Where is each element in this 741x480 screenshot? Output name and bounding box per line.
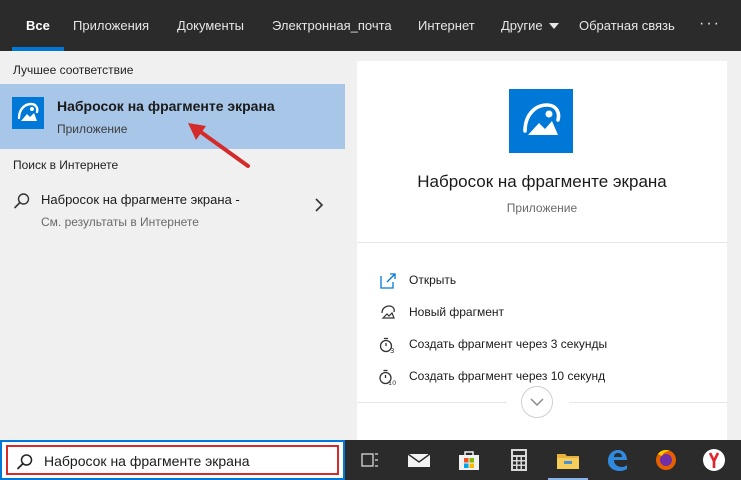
mail-icon[interactable] — [405, 446, 433, 474]
chevron-down-icon — [530, 398, 544, 407]
search-filter-bar: Все Приложения Документы Электронная_поч… — [0, 0, 741, 51]
tab-web[interactable]: Интернет — [418, 0, 475, 51]
open-icon — [380, 273, 396, 289]
calculator-icon[interactable] — [505, 446, 533, 474]
tab-apps[interactable]: Приложения — [73, 0, 149, 51]
taskbar-search-box[interactable]: Набросок на фрагменте экрана — [0, 440, 345, 480]
timer-3-icon: 3 — [379, 337, 394, 354]
search-input[interactable]: Набросок на фрагменте экрана — [44, 453, 249, 469]
snip-sketch-icon — [12, 97, 44, 129]
action-open-label: Открыть — [409, 273, 457, 287]
tab-all[interactable]: Все — [12, 0, 64, 51]
task-view-icon[interactable] — [356, 446, 384, 474]
annotation-arrow — [188, 123, 250, 168]
divider — [569, 402, 727, 403]
app-type: Приложение — [506, 201, 578, 215]
yandex-icon[interactable] — [700, 446, 728, 474]
tab-other[interactable]: Другие — [501, 0, 559, 51]
search-highlight-frame: Набросок на фрагменте экрана — [6, 445, 339, 475]
store-icon[interactable] — [455, 446, 483, 474]
web-search-heading: Поиск в Интернете — [13, 158, 119, 172]
search-icon — [13, 192, 31, 215]
best-match-heading: Лучшее соответствие — [13, 63, 134, 77]
action-snip-3s-label: Создать фрагмент через 3 секунды — [409, 337, 608, 351]
web-result-subtitle: См. результаты в Интернете — [41, 215, 199, 229]
action-new-snip[interactable]: Новый фрагмент — [379, 303, 719, 323]
chevron-down-icon — [548, 22, 559, 29]
web-result-title: Набросок на фрагменте экрана - — [41, 192, 240, 207]
timer-10-icon: 10 — [379, 369, 396, 386]
app-detail-card: Набросок на фрагменте экрана Приложение … — [357, 61, 727, 440]
firefox-icon[interactable] — [652, 446, 680, 474]
chevron-right-icon[interactable] — [313, 197, 325, 218]
snip-sketch-icon — [509, 89, 573, 153]
web-result-item[interactable]: Набросок на фрагменте экрана - См. резул… — [0, 179, 345, 233]
svg-text:3: 3 — [390, 347, 394, 354]
tab-documents[interactable]: Документы — [177, 0, 244, 51]
taskbar: Набросок на фрагменте экрана — [0, 440, 741, 480]
divider — [357, 402, 507, 403]
detail-pane: Набросок на фрагменте экрана Приложение … — [345, 51, 741, 440]
action-open[interactable]: Открыть — [379, 271, 719, 291]
tab-email[interactable]: Электронная_почта — [272, 0, 392, 51]
action-snip-10s-label: Создать фрагмент через 10 секунд — [409, 369, 606, 383]
more-options-button[interactable]: ··· — [699, 0, 721, 51]
app-title: Набросок на фрагменте экрана — [417, 172, 667, 191]
best-match-item[interactable]: Набросок на фрагменте экрана Приложение — [0, 84, 345, 149]
best-match-subtitle: Приложение — [57, 122, 128, 136]
edge-icon[interactable] — [603, 446, 631, 474]
search-icon — [16, 453, 34, 476]
file-explorer-icon[interactable] — [548, 446, 588, 480]
new-snip-icon — [381, 305, 395, 319]
tab-other-label: Другие — [501, 18, 543, 33]
svg-text:10: 10 — [388, 379, 396, 386]
results-list: Лучшее соответствие Набросок на фрагмент… — [0, 51, 345, 440]
divider — [357, 242, 727, 243]
action-new-snip-label: Новый фрагмент — [409, 305, 505, 319]
best-match-title: Набросок на фрагменте экрана — [57, 98, 275, 114]
action-snip-10s[interactable]: 10 Создать фрагмент через 10 секунд — [379, 367, 719, 387]
feedback-link[interactable]: Обратная связь — [579, 0, 675, 51]
expand-button[interactable] — [521, 386, 553, 418]
action-snip-3s[interactable]: 3 Создать фрагмент через 3 секунды — [379, 335, 719, 355]
